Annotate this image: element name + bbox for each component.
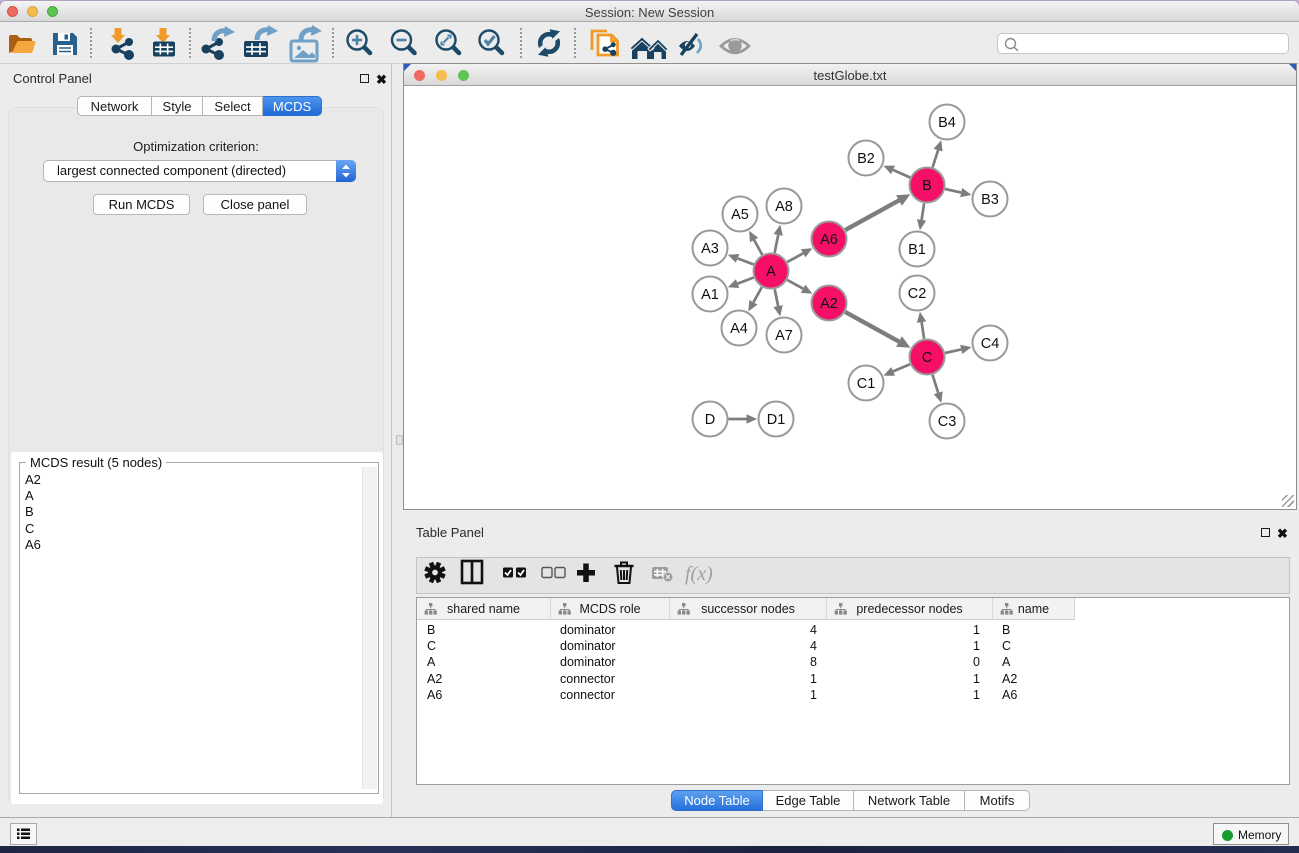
svg-text:A5: A5 — [731, 207, 749, 223]
svg-text:D1: D1 — [767, 412, 786, 428]
svg-text:A8: A8 — [775, 199, 793, 215]
svg-text:B3: B3 — [981, 192, 999, 208]
svg-text:C3: C3 — [938, 414, 957, 430]
svg-text:D: D — [705, 412, 715, 428]
svg-text:A4: A4 — [730, 321, 748, 337]
svg-text:C: C — [922, 350, 932, 366]
svg-text:C4: C4 — [981, 336, 1000, 352]
svg-text:A3: A3 — [701, 241, 719, 257]
svg-text:C2: C2 — [908, 286, 927, 302]
svg-text:B: B — [922, 178, 932, 194]
svg-text:A1: A1 — [701, 287, 719, 303]
svg-text:B4: B4 — [938, 115, 956, 131]
svg-text:A7: A7 — [775, 328, 793, 344]
svg-text:A2: A2 — [820, 296, 838, 312]
svg-text:A: A — [766, 264, 776, 280]
svg-text:B1: B1 — [908, 242, 926, 258]
svg-text:C1: C1 — [857, 376, 876, 392]
svg-text:A6: A6 — [820, 232, 838, 248]
svg-text:B2: B2 — [857, 151, 875, 167]
